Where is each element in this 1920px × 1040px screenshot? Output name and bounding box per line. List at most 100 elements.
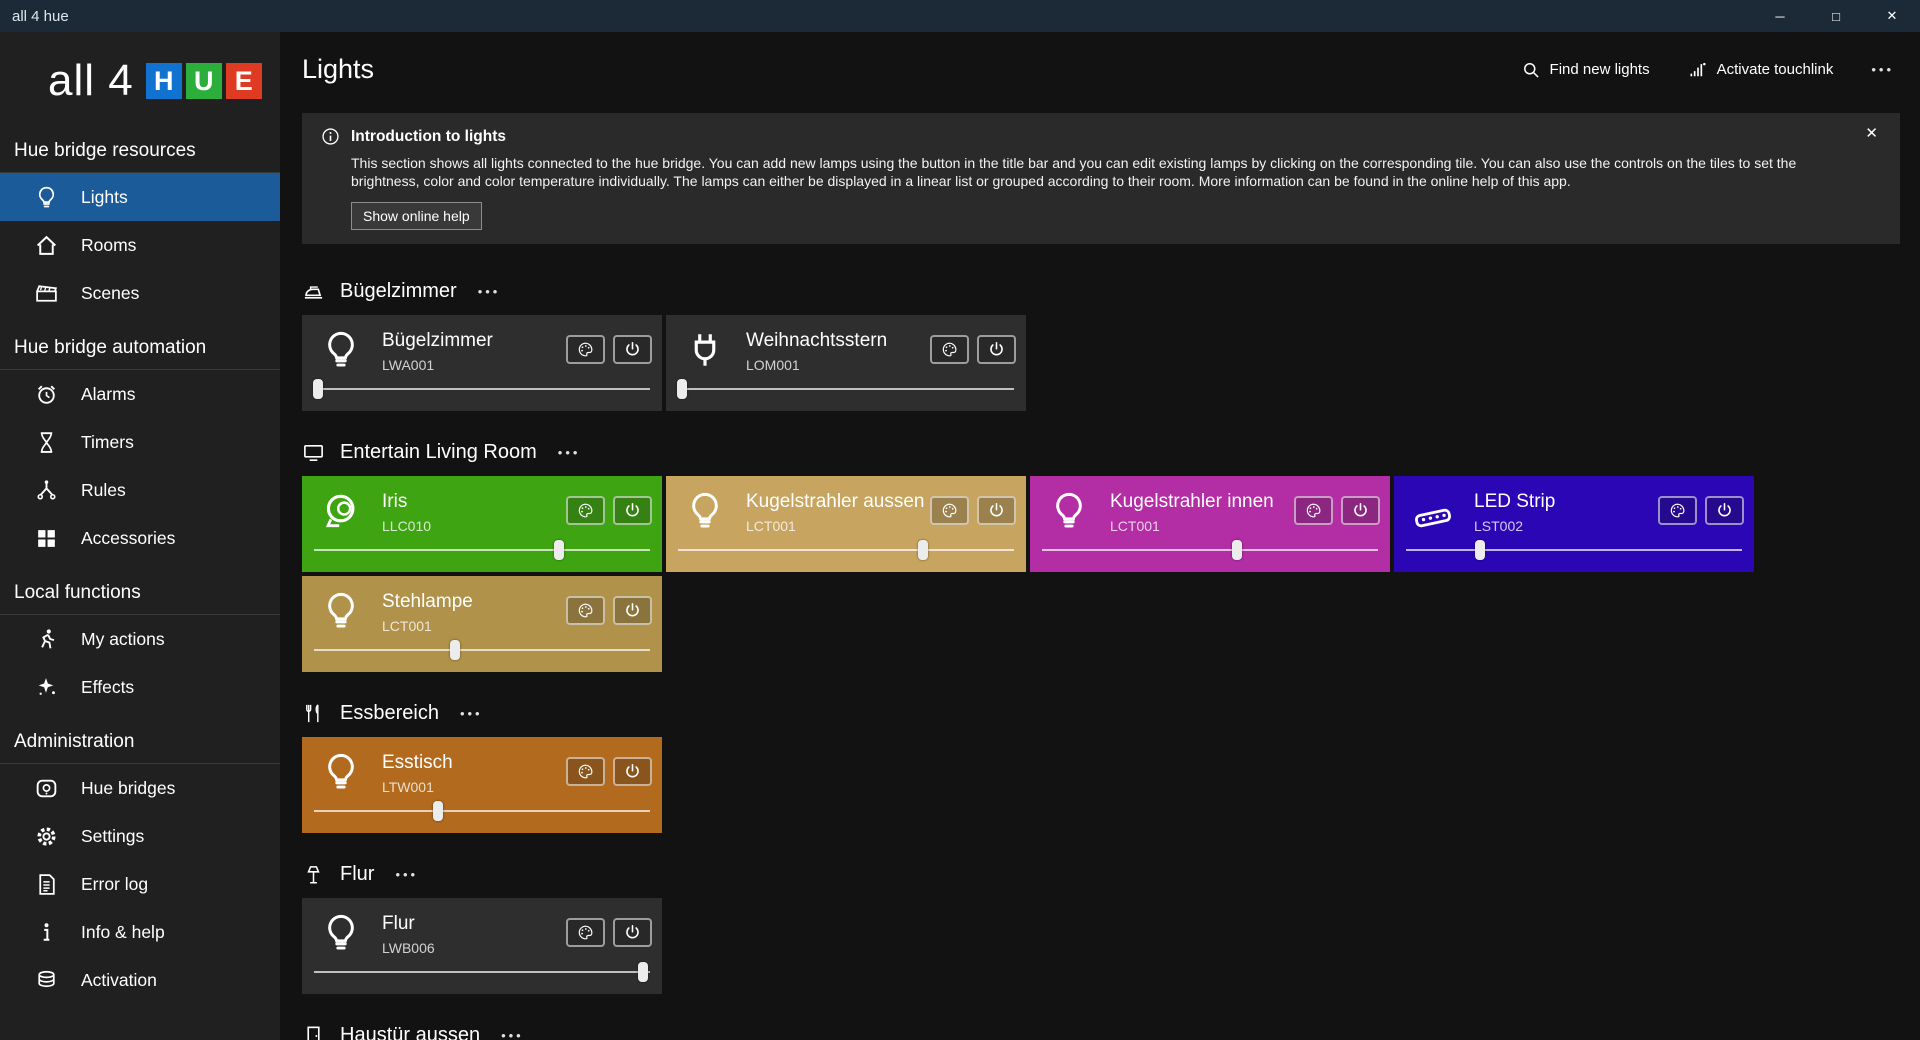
close-button[interactable]: ✕ [1864,0,1920,32]
gear-icon [34,824,59,849]
brightness-slider[interactable] [314,962,650,982]
color-button[interactable] [566,918,605,947]
sidebar-item-lights[interactable]: Lights [0,173,280,221]
branch-icon [34,478,59,503]
sidebar-item-info-help[interactable]: Info & help [0,908,280,956]
slider-thumb[interactable] [638,962,648,982]
slider-thumb[interactable] [677,379,687,399]
power-button[interactable] [1341,496,1380,525]
palette-icon [576,923,595,942]
sidebar-item-accessories[interactable]: Accessories [0,514,280,562]
brightness-slider[interactable] [314,540,650,560]
sidebar-item-effects[interactable]: Effects [0,663,280,711]
light-tile-led-strip[interactable]: LED StripLST002 [1394,476,1754,572]
brightness-slider[interactable] [1042,540,1378,560]
light-tile-kugelstrahler-innen[interactable]: Kugelstrahler innen LCT001 [1030,476,1390,572]
power-button[interactable] [1705,496,1744,525]
color-button[interactable] [566,757,605,786]
power-button[interactable] [613,757,652,786]
window-title: all 4 hue [0,8,69,25]
group-more-button[interactable]: ••• [472,280,507,303]
group-name: Entertain Living Room [340,441,537,464]
sidebar-item-label: Hue bridges [81,778,175,799]
tv-icon [302,441,325,464]
color-button[interactable] [1658,496,1697,525]
sidebar-item-alarms[interactable]: Alarms [0,370,280,418]
sidebar-item-my-actions[interactable]: My actions [0,615,280,663]
find-new-lights-button[interactable]: Find new lights [1515,59,1656,81]
slider-thumb[interactable] [433,801,443,821]
sidebar-item-label: My actions [81,629,165,650]
minimize-button[interactable]: ─ [1752,0,1808,32]
light-tile-iris[interactable]: IrisLLC010 [302,476,662,572]
bulb-icon [320,751,362,793]
sidebar-item-label: Scenes [81,283,139,304]
bulb-icon [34,185,59,210]
slider-thumb[interactable] [450,640,460,660]
sidebar-item-scenes[interactable]: Scenes [0,269,280,317]
brightness-slider[interactable] [1406,540,1742,560]
house-icon [34,233,59,258]
light-tile-b-gelzimmer[interactable]: BügelzimmerLWA001 [302,315,662,411]
slider-thumb[interactable] [554,540,564,560]
group-more-button[interactable]: ••• [389,863,424,886]
sidebar-item-rooms[interactable]: Rooms [0,221,280,269]
slider-thumb[interactable] [918,540,928,560]
hourglass-icon [34,430,59,455]
maximize-button[interactable]: □ [1808,0,1864,32]
slider-track [1042,549,1378,551]
sidebar-item-activation[interactable]: Activation [0,956,280,1004]
power-button[interactable] [613,596,652,625]
group-more-button[interactable]: ••• [495,1024,530,1040]
main-content: Lights Find new lights Activate touchlin… [280,32,1920,1040]
color-button[interactable] [930,335,969,364]
light-name: Flur [382,913,415,935]
brightness-slider[interactable] [314,379,650,399]
sidebar-item-hue-bridges[interactable]: Hue bridges [0,764,280,812]
tiles-row: FlurLWB006 [302,898,1758,994]
brightness-slider[interactable] [678,379,1014,399]
utensils-icon [302,702,325,725]
slider-track [314,549,650,551]
sidebar-item-settings[interactable]: Settings [0,812,280,860]
light-tile-weihnachtsstern[interactable]: WeihnachtssternLOM001 [666,315,1026,411]
page-more-button[interactable]: ••• [1865,58,1900,81]
power-button[interactable] [977,335,1016,364]
brightness-slider[interactable] [314,640,650,660]
slider-thumb[interactable] [1232,540,1242,560]
color-button[interactable] [930,496,969,525]
group-more-button[interactable]: ••• [454,702,489,725]
power-button[interactable] [613,496,652,525]
light-name: LED Strip [1474,491,1555,513]
sidebar-item-rules[interactable]: Rules [0,466,280,514]
layers-icon [34,968,59,993]
color-button[interactable] [1294,496,1333,525]
color-button[interactable] [566,596,605,625]
power-button[interactable] [977,496,1016,525]
light-model: LCT001 [1110,518,1160,534]
light-tile-esstisch[interactable]: EsstischLTW001 [302,737,662,833]
activate-touchlink-button[interactable]: Activate touchlink [1682,59,1840,81]
tile-buttons [930,335,1016,364]
power-button[interactable] [613,335,652,364]
show-online-help-button[interactable]: Show online help [351,202,482,230]
brightness-slider[interactable] [678,540,1014,560]
light-name: Kugelstrahler innen [1110,491,1274,513]
slider-track [1406,549,1742,551]
intro-close-button[interactable]: ✕ [1859,123,1884,143]
slider-thumb[interactable] [313,379,323,399]
sidebar-item-label: Rules [81,480,126,501]
sidebar-item-timers[interactable]: Timers [0,418,280,466]
sidebar-item-error-log[interactable]: Error log [0,860,280,908]
light-tile-stehlampe[interactable]: StehlampeLCT001 [302,576,662,672]
light-tile-kugelstrahler-aussen[interactable]: Kugelstrahler aussenLCT001 [666,476,1026,572]
power-button[interactable] [613,918,652,947]
light-tile-flur[interactable]: FlurLWB006 [302,898,662,994]
door-icon [302,1024,325,1040]
brightness-slider[interactable] [314,801,650,821]
touchlink-icon [1688,60,1708,80]
color-button[interactable] [566,335,605,364]
slider-thumb[interactable] [1475,540,1485,560]
color-button[interactable] [566,496,605,525]
group-more-button[interactable]: ••• [552,441,587,464]
